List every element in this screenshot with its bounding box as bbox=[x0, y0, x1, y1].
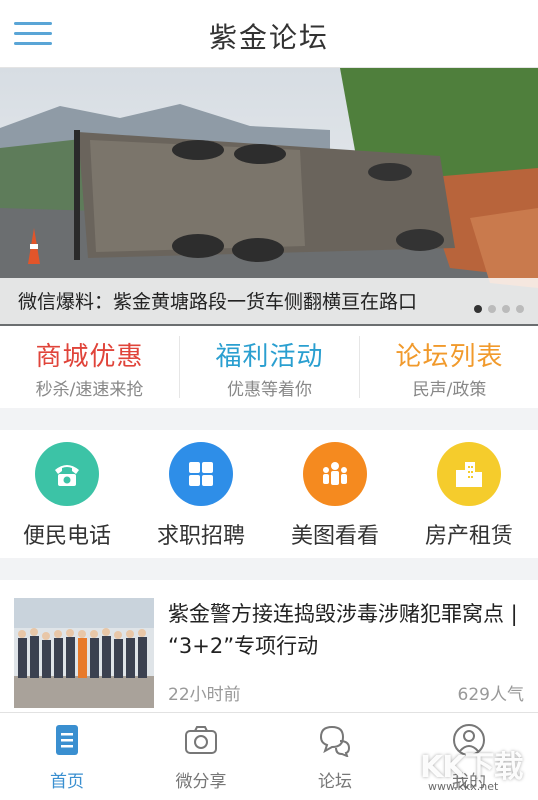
service-grid: 便民电话 求职招聘 美图看看 房产租赁 bbox=[0, 430, 538, 558]
news-title: 紫金警方接连捣毁涉毒涉赌犯罪窝点 | “3+2”专项行动 bbox=[168, 602, 518, 658]
phone-icon bbox=[35, 442, 99, 506]
promo-section: 商城优惠 秒杀/速速来抢 福利活动 优惠等着你 论坛列表 民声/政策 bbox=[0, 326, 538, 408]
building-icon bbox=[437, 442, 501, 506]
people-icon bbox=[303, 442, 367, 506]
banner-caption-bar: 微信爆料：紫金黄塘路段一货车侧翻横亘在路口 bbox=[0, 278, 538, 324]
tab-label: 微分享 bbox=[175, 772, 227, 792]
service-phone[interactable]: 便民电话 bbox=[0, 430, 134, 558]
carousel-dots[interactable] bbox=[468, 298, 524, 317]
watermark-url: www.kkx.net bbox=[428, 780, 499, 793]
promo-subtitle: 秒杀/速速来抢 bbox=[35, 380, 144, 400]
service-photos[interactable]: 美图看看 bbox=[268, 430, 402, 558]
tab-forum[interactable]: 论坛 bbox=[268, 713, 402, 800]
news-popularity: 629人气 bbox=[457, 685, 524, 705]
news-item[interactable]: 紫金警方接连捣毁涉毒涉赌犯罪窝点 | “3+2”专项行动 22小时前 629人气 bbox=[0, 580, 538, 715]
watermark-logo: KK下载 www.kkx.net bbox=[420, 742, 530, 798]
tab-home[interactable]: 首页 bbox=[0, 713, 134, 800]
carousel-dot[interactable] bbox=[502, 305, 510, 313]
promo-subtitle: 优惠等着你 bbox=[227, 380, 312, 400]
service-label: 便民电话 bbox=[22, 524, 111, 549]
home-doc-icon bbox=[56, 725, 78, 755]
chat-bubbles-icon bbox=[319, 725, 351, 757]
app-header: 紫金论坛 bbox=[0, 0, 538, 68]
promo-title: 论坛列表 bbox=[395, 342, 504, 372]
promo-subtitle: 民声/政策 bbox=[412, 380, 487, 400]
carousel-dot[interactable] bbox=[474, 305, 482, 313]
service-label: 求职招聘 bbox=[156, 524, 245, 549]
tab-share[interactable]: 微分享 bbox=[134, 713, 268, 800]
service-real-estate[interactable]: 房产租赁 bbox=[402, 430, 536, 558]
carousel-dot[interactable] bbox=[516, 305, 524, 313]
promo-title: 商城优惠 bbox=[35, 342, 144, 372]
news-thumbnail bbox=[14, 598, 154, 708]
tab-label: 首页 bbox=[50, 772, 84, 792]
page-title: 紫金论坛 bbox=[208, 21, 329, 54]
promo-forum-list[interactable]: 论坛列表 民声/政策 bbox=[360, 326, 538, 408]
promo-title: 福利活动 bbox=[215, 342, 324, 372]
promo-mall-deals[interactable]: 商城优惠 秒杀/速速来抢 bbox=[0, 326, 179, 408]
promo-welfare-events[interactable]: 福利活动 优惠等着你 bbox=[180, 326, 359, 408]
tab-label: 论坛 bbox=[318, 772, 352, 792]
service-label: 美图看看 bbox=[290, 524, 379, 549]
grid-icon bbox=[169, 442, 233, 506]
news-time: 22小时前 bbox=[168, 685, 241, 705]
banner-caption: 微信爆料：紫金黄塘路段一货车侧翻横亘在路口 bbox=[18, 291, 418, 313]
camera-icon bbox=[185, 726, 217, 754]
service-label: 房产租赁 bbox=[424, 524, 513, 549]
carousel-dot[interactable] bbox=[488, 305, 496, 313]
service-jobs[interactable]: 求职招聘 bbox=[134, 430, 268, 558]
